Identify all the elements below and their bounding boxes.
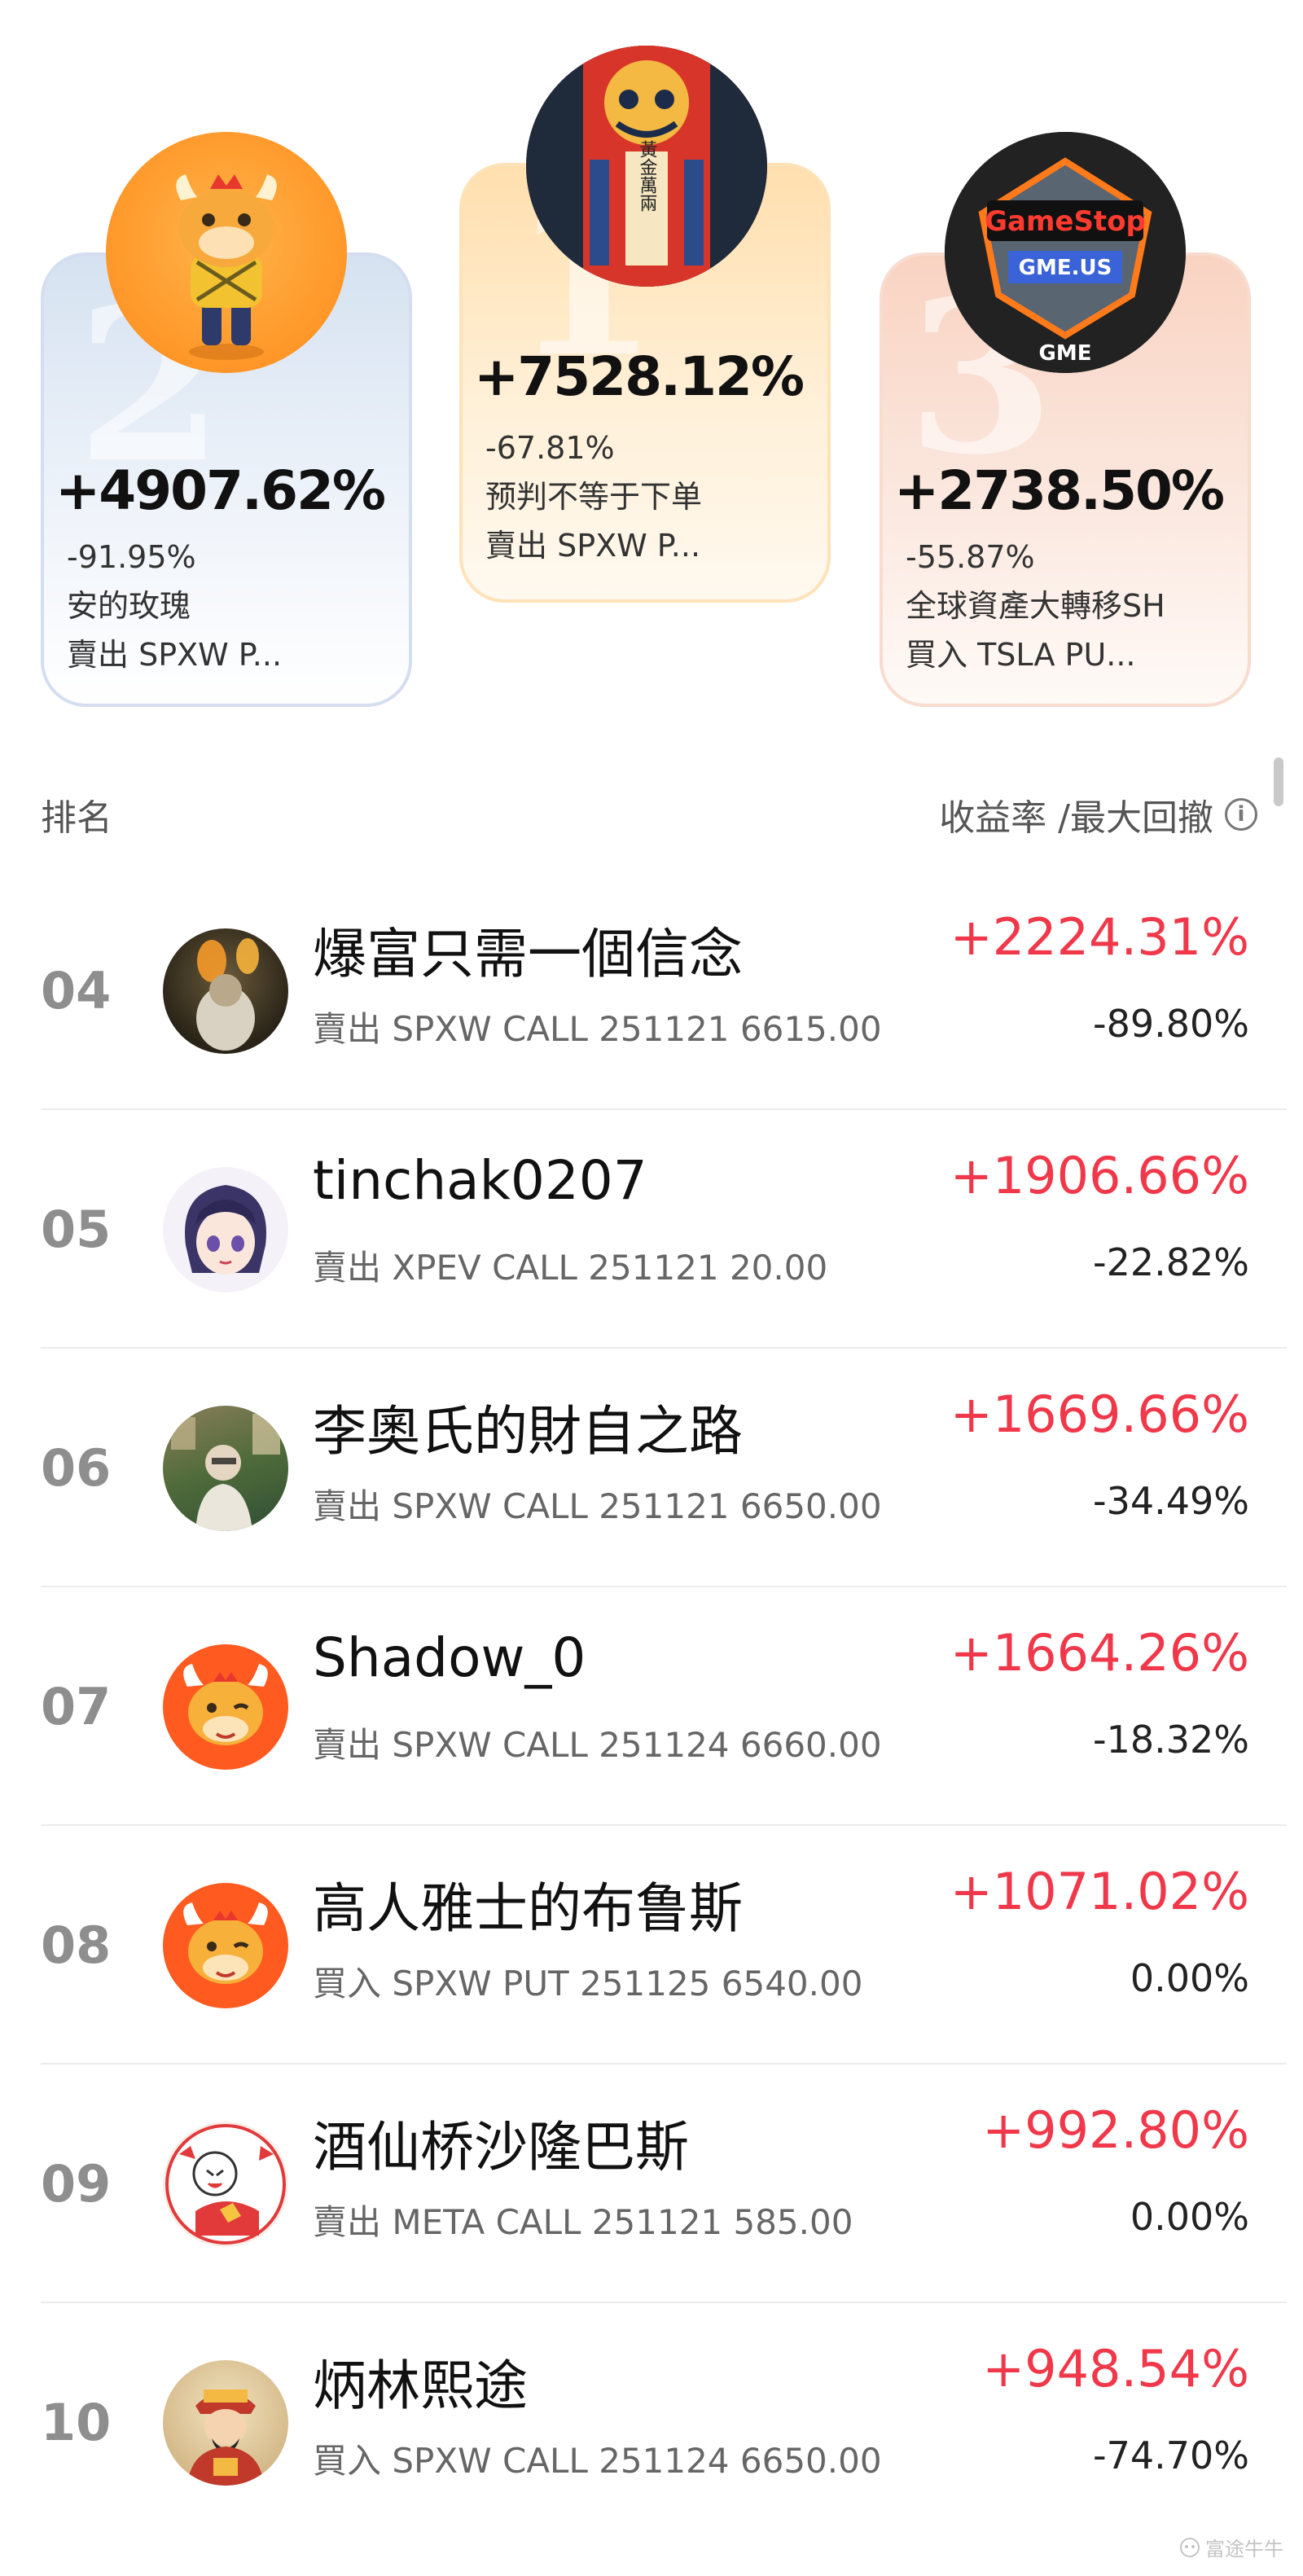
max-drawdown: 0.00% [1130,2195,1249,2239]
metric-column-label-group: 收益率 /最大回撤 i [939,788,1257,840]
user-avatar[interactable] [163,928,288,1054]
return-rate: +1669.66% [950,1385,1249,1444]
bull-mascot-icon [176,174,277,360]
podium-username: 安的玫瑰 [67,588,191,624]
photo-fire-icon [196,938,259,1051]
username: Shadow_0 [313,1626,586,1689]
max-drawdown: 0.00% [1130,1956,1249,2000]
user-avatar[interactable] [163,1167,288,1292]
max-drawdown: -22.82% [1093,1240,1249,1284]
podium-drawdown: -55.87% [906,539,1035,575]
bull-mascot-icon [183,1902,268,1984]
podium-avatar-first[interactable]: 黃金萬兩 [526,46,767,287]
gme-badge-title: GameStop [985,205,1146,238]
max-drawdown: -34.49% [1093,1479,1249,1523]
row-rank: 08 [41,1916,112,1975]
anime-girl-icon [185,1185,266,1275]
watermark: 富途牛牛 [1179,2533,1283,2561]
return-rate: +992.80% [982,2100,1249,2160]
max-drawdown: -74.70% [1093,2433,1249,2477]
trade-description: 賣出 META CALL 251121 585.00 [313,2202,853,2242]
username: tinchak0207 [313,1149,647,1212]
gme-badge-symbol: GME [1039,341,1092,366]
podium-trade: 買入 TSLA PU... [906,637,1136,673]
talisman-image-icon: 黃金萬兩 [526,46,767,287]
row-rank: 05 [41,1200,112,1259]
podium-gain: +2738.50% [894,459,1225,522]
podium-drawdown: -67.81% [485,430,615,466]
return-rate: +1071.02% [950,1862,1249,1921]
trade-description: 賣出 SPXW CALL 251121 6615.00 [313,1009,882,1049]
row-rank: 07 [41,1677,112,1736]
username: 酒仙桥沙隆巴斯 [313,2116,689,2179]
podium-avatar-third[interactable]: GameStop GME.US GME [945,132,1186,373]
watermark-text: 富途牛牛 [1205,2538,1283,2561]
row-rank: 06 [41,1438,112,1498]
moomoo-logo-icon [1180,2537,1200,2557]
return-rate: +1664.26% [950,1623,1249,1683]
username: 李奧氏的財自之路 [313,1400,743,1463]
max-drawdown: -89.80% [1093,1002,1249,1046]
podium-drawdown: -91.95% [67,539,196,575]
metric-column-label: 收益率 /最大回撤 [939,797,1213,839]
top-three-podium: 2 +4907.62% -91.95% 安的玫瑰 賣出 SPXW P... 1 … [0,0,1303,733]
max-drawdown: -18.32% [1093,1718,1249,1762]
return-rate: +1906.66% [950,1146,1249,1205]
podium-gain: +4907.62% [55,459,386,522]
cartoon-red-icon [165,2124,286,2245]
row-rank: 10 [41,2393,112,2452]
user-avatar[interactable] [163,1406,288,1531]
ranking-row[interactable]: 07 Shadow_0 賣出 SPXW CALL 251124 6660.00 … [41,1587,1287,1826]
row-rank: 09 [41,2154,112,2214]
gamestop-logo-icon: GameStop GME.US GME [945,132,1186,373]
ranking-row[interactable]: 09 酒仙桥沙隆巴斯 賣出 META CALL 251121 585.00 +9… [41,2065,1287,2303]
trade-description: 買入 SPXW CALL 251124 6650.00 [313,2441,882,2481]
username: 爆富只需一個信念 [313,923,743,985]
rank-column-label: 排名 [41,797,112,839]
ranking-list-header: 排名 收益率 /最大回撤 i [41,782,1257,847]
ranking-row[interactable]: 04 爆富只需一個信念 賣出 SPXW CALL 251121 6615.00 … [41,871,1287,1110]
podium-trade: 賣出 SPXW P... [485,528,701,564]
podium-gain: +7528.12% [474,345,805,408]
trade-description: 賣出 SPXW CALL 251121 6650.00 [313,1486,882,1526]
ranking-row[interactable]: 06 李奧氏的財自之路 賣出 SPXW CALL 251121 6650.00 … [41,1349,1287,1587]
user-avatar[interactable] [163,2122,288,2247]
row-rank: 04 [41,961,112,1020]
ranking-list: 04 爆富只需一個信念 賣出 SPXW CALL 251121 6615.00 … [41,871,1287,2542]
info-icon[interactable]: i [1225,798,1257,831]
podium-username: 预判不等于下单 [485,479,703,515]
trade-description: 賣出 SPXW CALL 251124 6660.00 [313,1725,882,1765]
photo-street-icon [171,1414,280,1531]
return-rate: +2224.31% [950,907,1249,967]
talisman-text: 黃金萬兩 [637,140,658,212]
podium-trade: 賣出 SPXW P... [67,637,283,673]
bull-mascot-icon [183,1664,268,1745]
ranking-row[interactable]: 08 高人雅士的布鲁斯 買入 SPXW PUT 251125 6540.00 +… [41,1826,1287,2065]
return-rate: +948.54% [982,2339,1249,2398]
podium-username: 全球資產大轉移SH [906,588,1165,624]
user-avatar[interactable] [163,2360,288,2486]
ranking-row[interactable]: 05 tinchak0207 賣出 XPEV CALL 251121 20.00… [41,1110,1287,1349]
user-avatar[interactable] [163,1644,288,1770]
trade-description: 買入 SPXW PUT 251125 6540.00 [313,1964,863,2003]
gme-badge-ticker: GME.US [1019,256,1112,280]
fortune-god-icon [187,2389,264,2486]
username: 炳林熙途 [313,2354,528,2417]
ranking-row[interactable]: 10 炳林熙途 買入 SPXW CALL 251124 6650.00 +948… [41,2303,1287,2542]
user-avatar[interactable] [163,1883,288,2008]
podium-avatar-second[interactable] [106,132,347,373]
username: 高人雅士的布鲁斯 [313,1877,743,1940]
scrollbar[interactable] [1274,757,1283,806]
trade-description: 賣出 XPEV CALL 251121 20.00 [313,1248,828,1288]
